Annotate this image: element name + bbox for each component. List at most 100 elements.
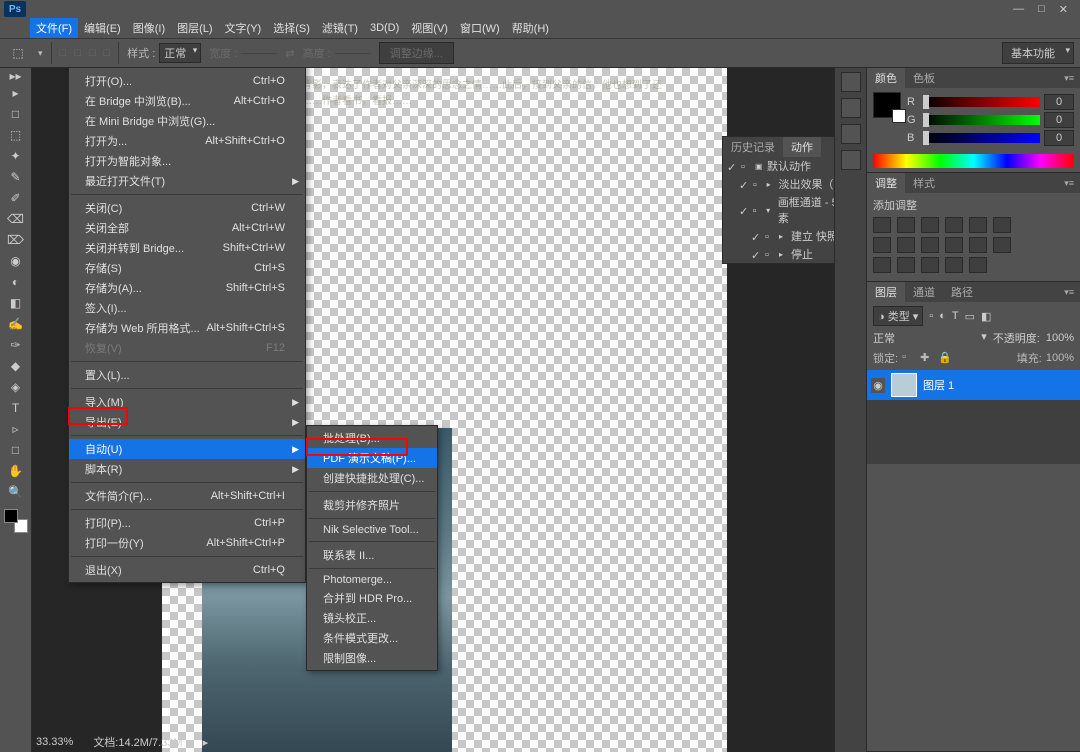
zoom-level[interactable]: 33.33% [36, 736, 73, 748]
chevron-down-icon[interactable]: ▾ [38, 48, 43, 59]
menu-item[interactable]: 联系表 II... [307, 545, 437, 565]
tool-10[interactable]: ◧ [4, 293, 28, 313]
layer-name[interactable]: 图层 1 [923, 377, 954, 393]
panel-menu-icon[interactable]: ▾≡ [1058, 173, 1080, 193]
tool-16[interactable]: ▹ [4, 419, 28, 439]
tab-swatches[interactable]: 色板 [905, 68, 943, 88]
adjustment-icon[interactable] [969, 257, 987, 273]
panel-menu-icon[interactable]: ▾≡ [1058, 282, 1080, 302]
menu-编辑[interactable]: 编辑(E) [78, 18, 127, 38]
menu-item[interactable]: 导入(M)▶ [69, 392, 305, 412]
adjustment-icon[interactable] [921, 257, 939, 273]
adjustment-icon[interactable] [921, 217, 939, 233]
menu-item[interactable]: 关闭(C)Ctrl+W [69, 198, 305, 218]
tool-13[interactable]: ◆ [4, 356, 28, 376]
menu-文件[interactable]: 文件(F) [30, 18, 78, 38]
menu-item[interactable]: 打开(O)...Ctrl+O [69, 71, 305, 91]
tool-2[interactable]: ⬚ [4, 125, 28, 145]
menu-item[interactable]: 创建快捷批处理(C)... [307, 468, 437, 488]
tool-8[interactable]: ◉ [4, 251, 28, 271]
tool-9[interactable]: ◐ [4, 272, 28, 292]
tool-7[interactable]: ⌦ [4, 230, 28, 250]
menu-item[interactable]: 最近打开文件(T)▶ [69, 171, 305, 191]
action-row[interactable]: ✓▫▸停止 [723, 245, 834, 263]
action-row[interactable]: ✓▫▾画框通道 - 50 像素 [723, 193, 834, 227]
filter-kind-dropdown[interactable]: ◑ 类型 ▾ [873, 306, 923, 326]
dock-icon[interactable] [841, 98, 861, 118]
dock-icon[interactable] [841, 124, 861, 144]
tab-color[interactable]: 颜色 [867, 68, 905, 88]
chevron-right-icon[interactable]: ▸ [203, 736, 209, 749]
menu-item[interactable]: 关闭并转到 Bridge...Shift+Ctrl+W [69, 238, 305, 258]
menu-item[interactable]: 退出(X)Ctrl+Q [69, 560, 305, 580]
lock-pixels-icon[interactable]: ▫ [902, 351, 916, 365]
menu-item[interactable]: 自动(U)▶ [69, 439, 305, 459]
menu-item[interactable]: Photomerge... [307, 572, 437, 588]
color-spectrum[interactable] [873, 154, 1074, 168]
b-value[interactable]: 0 [1044, 130, 1074, 146]
lock-position-icon[interactable]: ✚ [920, 351, 934, 365]
filter-icon[interactable]: ▭ [965, 310, 975, 323]
tab-history[interactable]: 历史记录 [723, 137, 783, 157]
opacity-field[interactable]: 100% [1046, 332, 1074, 344]
close-button[interactable]: ✕ [1059, 3, 1068, 16]
menu-帮助[interactable]: 帮助(H) [506, 18, 555, 38]
menu-item[interactable]: 打开为智能对象... [69, 151, 305, 171]
menu-图像[interactable]: 图像(I) [127, 18, 171, 38]
menu-item[interactable]: 批处理(B)... [307, 428, 437, 448]
filter-icon[interactable]: ◧ [981, 310, 991, 323]
menu-item[interactable]: PDF 演示文稿(P)... [307, 448, 437, 468]
tool-17[interactable]: □ [4, 440, 28, 460]
menu-文字[interactable]: 文字(Y) [219, 18, 268, 38]
r-slider[interactable] [923, 97, 1040, 107]
adjustment-icon[interactable] [921, 237, 939, 253]
adjustment-icon[interactable] [945, 257, 963, 273]
adjustment-icon[interactable] [993, 217, 1011, 233]
menu-图层[interactable]: 图层(L) [171, 18, 218, 38]
canvas-area[interactable]: 这篇散文通过写父亲的背影，表达了作者对父亲深深的思念之情……此后，接到父亲的信，… [32, 68, 834, 752]
adjustment-icon[interactable] [993, 237, 1011, 253]
tool-15[interactable]: T [4, 398, 28, 418]
adjustment-icon[interactable] [873, 217, 891, 233]
tab-layers[interactable]: 图层 [867, 282, 905, 302]
lock-all-icon[interactable]: 🔒 [938, 351, 952, 365]
b-slider[interactable] [923, 133, 1040, 143]
menu-item[interactable]: 打开为...Alt+Shift+Ctrl+O [69, 131, 305, 151]
tool-14[interactable]: ◈ [4, 377, 28, 397]
menu-视图[interactable]: 视图(V) [405, 18, 454, 38]
menu-item[interactable]: 打印一份(Y)Alt+Shift+Ctrl+P [69, 533, 305, 553]
menu-item[interactable]: 镜头校正... [307, 608, 437, 628]
workspace-switcher[interactable]: 基本功能 [1002, 42, 1074, 64]
tool-preset-icon[interactable]: ⬚ [6, 43, 30, 63]
style-dropdown[interactable]: 正常 [159, 43, 201, 63]
tool-4[interactable]: ✎ [4, 167, 28, 187]
action-row[interactable]: ✓▫▣默认动作 [723, 157, 834, 175]
tool-3[interactable]: ✦ [4, 146, 28, 166]
tool-6[interactable]: ⌫ [4, 209, 28, 229]
filter-icon[interactable]: T [952, 310, 959, 322]
menu-item[interactable]: 导出(E)▶ [69, 412, 305, 432]
menu-窗口[interactable]: 窗口(W) [454, 18, 506, 38]
tab-channels[interactable]: 通道 [905, 282, 943, 302]
menu-item[interactable]: 脚本(R)▶ [69, 459, 305, 479]
menu-item[interactable]: 存储为(A)...Shift+Ctrl+S [69, 278, 305, 298]
adjustment-icon[interactable] [945, 237, 963, 253]
tool-12[interactable]: ✑ [4, 335, 28, 355]
menu-item[interactable]: 条件模式更改... [307, 628, 437, 648]
action-row[interactable]: ✓▫▸建立 快照 [723, 227, 834, 245]
menu-item[interactable]: Nik Selective Tool... [307, 522, 437, 538]
tab-actions[interactable]: 动作 [783, 137, 821, 157]
tool-0[interactable]: ▸ [4, 83, 28, 103]
menu-item[interactable]: 打印(P)...Ctrl+P [69, 513, 305, 533]
menu-item[interactable]: 文件简介(F)...Alt+Shift+Ctrl+I [69, 486, 305, 506]
fill-field[interactable]: 100% [1046, 352, 1074, 364]
adjustment-icon[interactable] [873, 257, 891, 273]
tool-1[interactable]: □ [4, 104, 28, 124]
menu-item[interactable]: 在 Mini Bridge 中浏览(G)... [69, 111, 305, 131]
menu-item[interactable]: 存储为 Web 所用格式...Alt+Shift+Ctrl+S [69, 318, 305, 338]
layer-item[interactable]: ◉ 图层 1 [867, 370, 1080, 400]
fg-bg-swatch[interactable] [873, 92, 901, 118]
menu-item[interactable]: 限制图像... [307, 648, 437, 668]
refine-edge-button[interactable]: 调整边缘... [379, 42, 454, 64]
g-value[interactable]: 0 [1044, 112, 1074, 128]
